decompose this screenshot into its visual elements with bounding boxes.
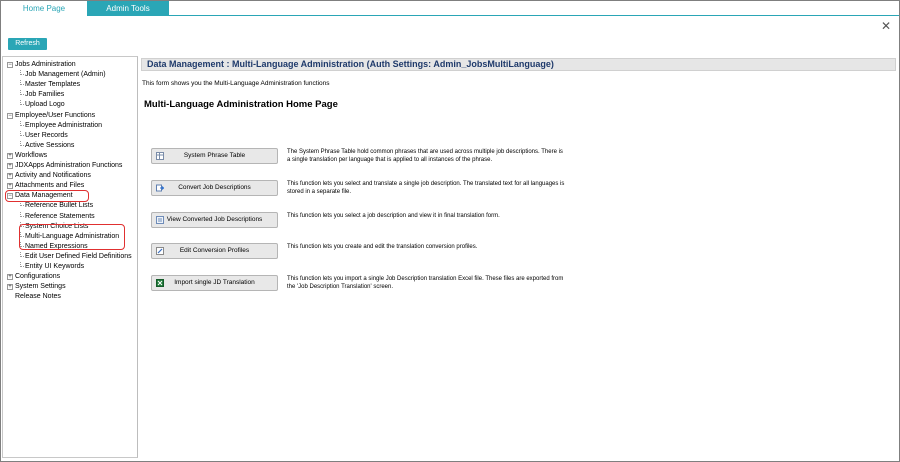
tree-connector: [20, 120, 24, 126]
tree-item-jobs-administration[interactable]: − Jobs Administration: [3, 60, 76, 70]
tree-item-label: Job Management (Admin): [25, 71, 106, 79]
tree-item-active-sessions[interactable]: Active Sessions: [3, 140, 75, 151]
tree-item-job-management-admin[interactable]: Job Management (Admin): [3, 70, 106, 80]
table-icon: [156, 152, 164, 160]
tree-item-upload-logo[interactable]: Upload Logo: [3, 100, 65, 110]
tab-bar: Home Page Admin Tools: [1, 1, 899, 16]
tree-item-label: Activity and Notifications: [15, 172, 91, 180]
tree-item-jdxapps-administration-functions[interactable]: + JDXApps Administration Functions: [3, 161, 122, 171]
tree-item-label: Reference Bullet Lists: [25, 202, 94, 210]
highlight-multi-language: [19, 224, 125, 250]
tree-item-entity-ui-keywords[interactable]: Entity UI Keywords: [3, 262, 84, 272]
tree-item-user-records[interactable]: User Records: [3, 130, 68, 141]
tree-item-label: Workflows: [15, 151, 48, 159]
tree-item-label: Entity UI Keywords: [25, 263, 85, 270]
convert-icon: [156, 184, 164, 192]
highlight-data-management: [5, 190, 89, 202]
tree-connector: [20, 251, 24, 257]
tree-connector: [20, 90, 24, 96]
tree-item-label: Active Sessions: [25, 141, 75, 149]
expand-toggle-icon[interactable]: +: [7, 163, 13, 169]
excel-icon: [156, 279, 164, 287]
tree-connector: [20, 130, 24, 136]
tree-item-label: JDXApps Administration Functions: [15, 162, 123, 169]
tree-item-master-templates[interactable]: Master Templates: [3, 80, 80, 90]
tree-connector: [20, 140, 24, 146]
tree-item-label: Upload Logo: [25, 101, 65, 109]
form-description: This form shows you the Multi-Language A…: [142, 80, 330, 87]
tree-item-activity-and-notifications[interactable]: + Activity and Notifications: [3, 171, 91, 181]
tree-connector: [20, 201, 24, 207]
view-converted-job-descriptions-button[interactable]: View Converted Job Descriptions: [151, 212, 278, 228]
convert-job-descriptions-button[interactable]: Convert Job Descriptions: [151, 180, 278, 196]
tree-item-label: Attachments and Files: [15, 182, 85, 190]
edit-conversion-profiles-description: This function lets you create and edit t…: [287, 244, 478, 250]
tab-home-page[interactable]: Home Page: [1, 1, 87, 16]
tree-item-label: Jobs Administration: [15, 61, 76, 68]
tree-item-release-notes[interactable]: Release Notes: [3, 292, 61, 302]
view-converted-job-descriptions-label: View Converted Job Descriptions: [166, 216, 263, 223]
tree-connector: [20, 211, 24, 217]
tree-item-label: Release Notes: [15, 293, 61, 301]
convert-job-descriptions-description: This function lets you select and transl…: [287, 181, 565, 195]
tree-item-configurations[interactable]: + Configurations: [3, 272, 60, 282]
tree-item-label: Master Templates: [25, 81, 81, 89]
tree-item-label: Edit User Defined Field Definitions: [25, 252, 132, 260]
edit-conversion-profiles-label: Edit Conversion Profiles: [179, 247, 250, 254]
tree-item-workflows[interactable]: + Workflows: [3, 151, 47, 161]
system-phrase-table-description: The System Phrase Table hold common phra…: [287, 149, 563, 163]
close-icon[interactable]: ✕: [881, 19, 891, 33]
tree-connector: [20, 80, 24, 86]
expand-toggle-icon[interactable]: +: [7, 152, 13, 159]
tree-connector: [20, 100, 24, 106]
view-converted-job-descriptions-description: This function lets you select a job desc…: [287, 213, 500, 219]
edit-icon: [156, 247, 164, 255]
expand-toggle-icon[interactable]: +: [7, 284, 13, 291]
convert-job-descriptions-label: Convert Job Descriptions: [178, 184, 251, 191]
tree-item-reference-statements[interactable]: Reference Statements: [3, 211, 95, 222]
tree-item-label: Employee/User Functions: [15, 111, 96, 119]
tree-item-job-families[interactable]: Job Families: [3, 90, 64, 100]
tree-connector: [20, 262, 24, 267]
collapse-toggle-icon[interactable]: −: [7, 62, 13, 68]
tree-item-employee-administration[interactable]: Employee Administration: [3, 120, 103, 131]
tree-item-label: Configurations: [15, 273, 61, 281]
tree-item-label: User Records: [25, 131, 68, 139]
tree-item-employee-user-functions[interactable]: − Employee/User Functions: [3, 111, 95, 121]
tree-item-label: System Settings: [15, 283, 66, 291]
system-phrase-table-button[interactable]: System Phrase Table: [151, 148, 278, 164]
system-phrase-table-label: System Phrase Table: [183, 152, 246, 159]
tree-item-label: Reference Statements: [25, 212, 95, 220]
page-title: Multi-Language Administration Home Page: [144, 99, 338, 110]
tree-item-edit-user-defined-field-definitions[interactable]: Edit User Defined Field Definitions: [3, 251, 132, 262]
collapse-toggle-icon[interactable]: −: [7, 112, 13, 119]
tree-item-label: Employee Administration: [25, 121, 103, 129]
tree-connector: [20, 70, 24, 76]
import-single-jd-translation-button[interactable]: Import single JD Translation: [151, 275, 278, 291]
content-header: Data Management : Multi-Language Adminis…: [141, 58, 896, 71]
view-icon: [156, 216, 164, 224]
expand-toggle-icon[interactable]: +: [7, 173, 13, 180]
main-content: Data Management : Multi-Language Adminis…: [141, 56, 896, 458]
tree-item-label: Job Families: [25, 91, 65, 99]
tree-item-reference-bullet-lists[interactable]: Reference Bullet Lists: [3, 201, 93, 211]
expand-toggle-icon[interactable]: +: [7, 183, 13, 190]
import-single-jd-translation-label: Import single JD Translation: [174, 279, 255, 286]
admin-tree-panel: − Jobs Administration Job Management (Admi…: [2, 56, 138, 458]
edit-conversion-profiles-button[interactable]: Edit Conversion Profiles: [151, 243, 278, 259]
import-single-jd-translation-description: This function lets you import a single J…: [287, 276, 564, 290]
tree-item-system-settings[interactable]: + System Settings: [3, 282, 66, 292]
refresh-button[interactable]: Refresh: [8, 38, 47, 50]
expand-toggle-icon[interactable]: +: [7, 274, 13, 281]
tab-admin-tools[interactable]: Admin Tools: [87, 1, 169, 16]
